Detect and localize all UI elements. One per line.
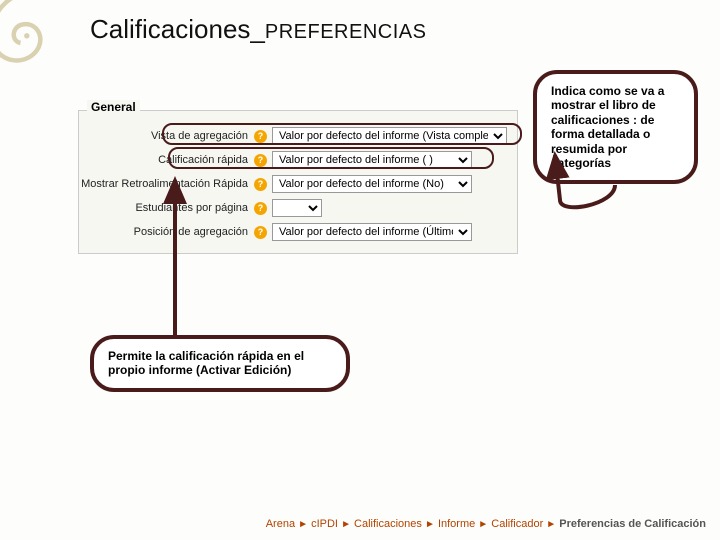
chevron-right-icon: ► xyxy=(546,519,556,530)
help-icon[interactable]: ? xyxy=(254,130,267,143)
breadcrumb-item[interactable]: Calificaciones xyxy=(354,518,422,530)
general-panel: General Vista de agregación ? Valor por … xyxy=(78,110,518,254)
settings-table: Vista de agregación ? Valor por defecto … xyxy=(79,121,517,247)
chevron-right-icon: ► xyxy=(341,519,351,530)
field-label: Estudiantes por página xyxy=(79,199,254,217)
field-label: Vista de agregación xyxy=(79,127,254,145)
help-icon[interactable]: ? xyxy=(254,202,267,215)
help-icon[interactable]: ? xyxy=(254,178,267,191)
panel-legend: General xyxy=(87,100,140,114)
breadcrumb-item[interactable]: Informe xyxy=(438,518,475,530)
breadcrumb: Arena ► cIPDI ► Calificaciones ► Informe… xyxy=(266,518,706,530)
swirl-decoration xyxy=(0,0,70,70)
chevron-right-icon: ► xyxy=(425,519,435,530)
title-main: Calificaciones_ xyxy=(90,14,265,44)
callout-aggregation-view: Indica como se va a mostrar el libro de … xyxy=(533,70,698,184)
field-label: Posición de agregación xyxy=(79,223,254,241)
table-row: Posición de agregación ? Valor por defec… xyxy=(79,223,517,241)
breadcrumb-current: Preferencias de Calificación xyxy=(559,518,706,530)
students-per-page-select[interactable] xyxy=(272,199,322,217)
help-icon[interactable]: ? xyxy=(254,154,267,167)
table-row: Vista de agregación ? Valor por defecto … xyxy=(79,127,517,145)
page-title: Calificaciones_PREFERENCIAS xyxy=(90,14,426,45)
callout-quick-grading: Permite la calificación rápida en el pro… xyxy=(90,335,350,392)
breadcrumb-item[interactable]: Arena xyxy=(266,518,295,530)
table-row: Calificación rápida ? Valor por defecto … xyxy=(79,151,517,169)
chevron-right-icon: ► xyxy=(478,519,488,530)
field-label: Calificación rápida xyxy=(79,151,254,169)
aggregation-position-select[interactable]: Valor por defecto del informe (Último) xyxy=(272,223,472,241)
chevron-right-icon: ► xyxy=(298,519,308,530)
quick-feedback-select[interactable]: Valor por defecto del informe (No) xyxy=(272,175,472,193)
breadcrumb-item[interactable]: Calificador xyxy=(491,518,543,530)
table-row: Estudiantes por página ? xyxy=(79,199,517,217)
title-suffix: PREFERENCIAS xyxy=(265,21,427,43)
breadcrumb-item[interactable]: cIPDI xyxy=(311,518,338,530)
quick-grading-select[interactable]: Valor por defecto del informe ( ) xyxy=(272,151,472,169)
aggregation-view-select[interactable]: Valor por defecto del informe (Vista com… xyxy=(272,127,507,145)
table-row: Mostrar Retroalimentación Rápida ? Valor… xyxy=(79,175,517,193)
field-label: Mostrar Retroalimentación Rápida xyxy=(79,175,254,193)
help-icon[interactable]: ? xyxy=(254,226,267,239)
